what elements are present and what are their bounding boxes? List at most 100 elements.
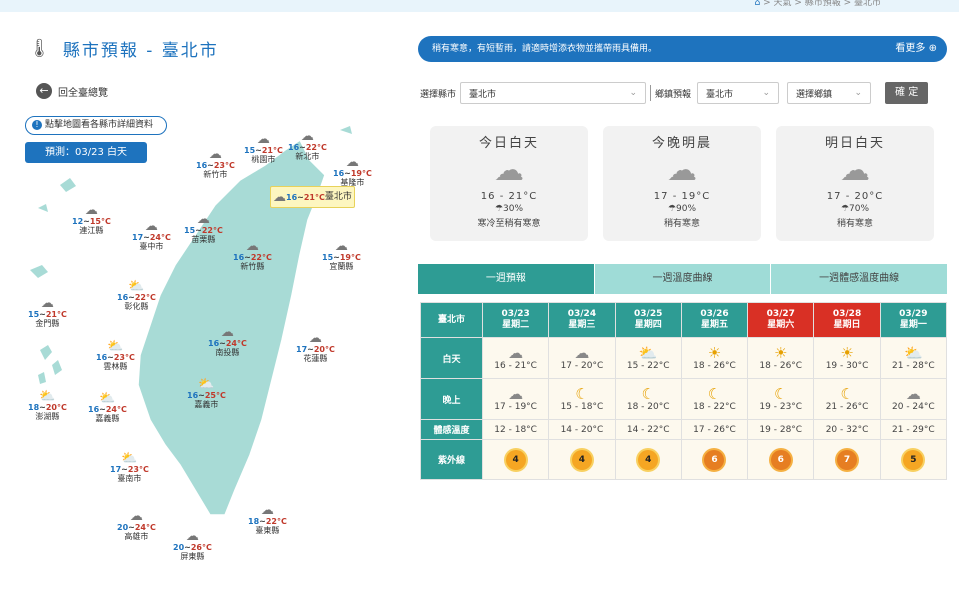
kinmen-island [30, 265, 48, 278]
table-cell: 21 - 29°C [879, 419, 948, 440]
sunny-icon: ☀ [774, 344, 788, 362]
county-label: 選擇縣市 [420, 89, 457, 100]
table-cell: ☾ 21 - 26°C [813, 378, 881, 420]
back-to-overview-link[interactable]: ← 回全臺總覽 [36, 83, 108, 99]
chevron-down-icon: ⌄ [762, 88, 771, 98]
table-row-uv: 紫外線 4 4 4 6 6 7 5 [420, 439, 948, 480]
card-tonight: 今晚明晨 ☁ 17 - 19°C ☂90% 稍有寒意 [603, 126, 761, 241]
page-title-text: 縣市預報 - 臺北市 [62, 41, 219, 61]
chevron-down-icon: ⌄ [854, 88, 863, 98]
table-row-day: 白天 ☁ 16 - 21°C ☁ 17 - 20°C ⛅ 15 - 22°C ☀ 18 … [420, 337, 948, 379]
home-icon[interactable]: ⌂ [754, 0, 760, 8]
partly-sunny-icon: ⛅ [99, 391, 116, 406]
table-cell: 12 - 18°C [481, 419, 550, 440]
table-cell: 6 [747, 439, 815, 480]
rain-cloud-icon: ☁ [494, 153, 524, 188]
table-cell: ☁ 16 - 21°C [481, 337, 550, 379]
breadcrumb: ⌂ > 天氣 > 縣市預報 > 臺北市 [754, 0, 881, 8]
moon-icon: ☾ [707, 385, 722, 403]
cloudy-moon-icon: ☁ [905, 385, 921, 403]
city-pingtung[interactable]: ☁ 20~26°C 屏東縣 [173, 530, 212, 561]
table-row-feel: 體感溫度 12 - 18°C 14 - 20°C 14 - 22°C 17 - … [420, 419, 948, 440]
row-label: 紫外線 [420, 439, 483, 480]
rain-cloud-icon: ☁ [196, 212, 210, 227]
table-row-night: 晚上 ☁ 17 - 19°C ☾ 15 - 18°C ☾ 18 - 20°C ☾ 18 … [420, 378, 948, 420]
city-penghu[interactable]: ⛅ 18~20°C 澎湖縣 [28, 390, 67, 421]
city-taipei-selected[interactable]: ☁ 16~21°C 臺北市 [270, 186, 355, 208]
table-cell: 6 [680, 439, 749, 480]
table-cell: ☀ 19 - 30°C [813, 337, 881, 379]
city-taichung[interactable]: ☁ 17~24°C 臺中市 [132, 220, 171, 251]
town-county-select[interactable]: 臺北市 ⌄ [697, 82, 780, 104]
day-header: 03/29 星期一 [879, 302, 948, 338]
see-more-link[interactable]: 看更多 ⊕ [895, 36, 937, 62]
card-tomorrow-day: 明日白天 ☁ 17 - 20°C ☂70% 稍有寒意 [776, 126, 934, 241]
city-xinbei[interactable]: ☁ 16~22°C 新北市 [288, 130, 327, 161]
moon-icon: ☾ [840, 385, 854, 403]
table-cell: 17 - 26°C [680, 419, 749, 440]
sunny-icon: ☀ [707, 344, 722, 362]
city-changhua[interactable]: ⛅ 16~22°C 彰化縣 [117, 280, 156, 311]
partly-sunny-icon: ⛅ [198, 377, 215, 392]
tab-temp-curve[interactable]: 一週溫度曲線 [593, 264, 771, 294]
table-cell: ☾ 19 - 23°C [747, 378, 815, 420]
uv-sun-icon: 5 [903, 449, 924, 470]
row-label: 體感溫度 [420, 419, 483, 440]
table-cell: 7 [813, 439, 881, 480]
page-title: 🌡 縣市預報 - 臺北市 [28, 36, 219, 61]
partly-sunny-icon: ⛅ [107, 339, 124, 354]
city-taoyuan[interactable]: ☁ 15~21°C 桃園市 [244, 133, 283, 164]
table-cell: ☁ 17 - 19°C [481, 378, 550, 420]
confirm-button[interactable]: 確 定 [885, 82, 929, 104]
taiwan-map[interactable]: ☁ 16~22°C 新北市 ☁ 15~21°C 桃園市 ☁ 16~23°C 新竹市 ☁ 16~… [0, 120, 400, 590]
county-select[interactable]: 臺北市 ⌄ [460, 82, 647, 104]
day-header: 03/26 星期五 [680, 302, 749, 338]
city-miaoli[interactable]: ☁ 15~22°C 苗栗縣 [184, 213, 223, 244]
city-kaohsiung[interactable]: ☁ 20~24°C 高雄市 [117, 510, 156, 541]
table-cell: ⛅ 21 - 28°C [879, 337, 948, 379]
city-tainan[interactable]: ⛅ 17~23°C 臺南市 [110, 452, 149, 483]
day-header-weekend: 03/28 星期日 [813, 302, 881, 338]
table-cell: ☀ 18 - 26°C [747, 337, 815, 379]
city-hualien[interactable]: ☁ 17~20°C 花蓮縣 [296, 332, 335, 363]
rain-cloud-icon: ☁ [667, 153, 697, 188]
moon-icon: ☾ [575, 385, 589, 403]
table-cell: ⛅ 15 - 22°C [614, 337, 682, 379]
table-cell: 14 - 20°C [548, 419, 616, 440]
rain-cloud-icon: ☁ [40, 296, 54, 311]
table-cell: ☀ 18 - 26°C [680, 337, 749, 379]
arrow-left-icon: ← [36, 83, 52, 99]
city-yilan[interactable]: ☁ 15~19°C 宜蘭縣 [322, 240, 361, 271]
city-keelung[interactable]: ☁ 16~19°C 基隆市 [333, 156, 372, 187]
uv-sun-icon: 6 [704, 449, 725, 470]
row-label: 白天 [420, 337, 483, 379]
breadcrumb-path[interactable]: > 天氣 > 縣市預報 > 臺北市 [763, 0, 881, 8]
table-cell: 4 [481, 439, 550, 480]
cloudy-icon: ☁ [129, 509, 143, 524]
table-cell: 19 - 28°C [747, 419, 815, 440]
partly-sunny-icon: ⛅ [128, 279, 145, 294]
city-nantou[interactable]: ☁ 16~24°C 南投縣 [208, 326, 247, 357]
cloudy-icon: ☁ [144, 219, 158, 234]
city-taitung[interactable]: ☁ 18~22°C 臺東縣 [248, 504, 287, 535]
tab-feel-curve[interactable]: 一週體感溫度曲線 [770, 264, 947, 294]
table-cell: ☾ 15 - 18°C [548, 378, 616, 420]
city-lienchiang[interactable]: ☁ 12~15°C 連江縣 [72, 204, 111, 235]
thermometer-icon: 🌡 [28, 38, 53, 59]
cloudy-icon: ☁ [185, 529, 199, 544]
weather-alert-banner[interactable]: 稍有寒意，有短暫雨，請適時增添衣物並攜帶雨具備用。 看更多 ⊕ [418, 36, 947, 62]
town-select[interactable]: 選擇鄉鎮 ⌄ [787, 82, 872, 104]
city-yunlin[interactable]: ⛅ 16~23°C 雲林縣 [96, 340, 135, 371]
rain-cloud-icon: ☁ [273, 189, 286, 205]
city-xinzhu-city[interactable]: ☁ 16~23°C 新竹市 [196, 148, 235, 179]
city-chiayi-city[interactable]: ⛅ 16~25°C 嘉義市 [187, 378, 226, 409]
back-label: 回全臺總覽 [58, 87, 108, 99]
city-kinmen[interactable]: ☁ 15~21°C 金門縣 [28, 297, 67, 328]
table-header-row: 臺北市 03/23 星期二 03/24 星期三 03/25 星期四 03/26 星期五 … [420, 302, 948, 338]
day-header: 03/25 星期四 [614, 302, 682, 338]
city-chiayi-county[interactable]: ⛅ 16~24°C 嘉義縣 [88, 392, 127, 423]
city-xinzhu-county[interactable]: ☁ 16~22°C 新竹縣 [233, 240, 272, 271]
divider [650, 85, 652, 101]
rain-cloud-icon: ☁ [508, 385, 524, 403]
tab-weekly[interactable]: 一週預報 [418, 264, 594, 294]
